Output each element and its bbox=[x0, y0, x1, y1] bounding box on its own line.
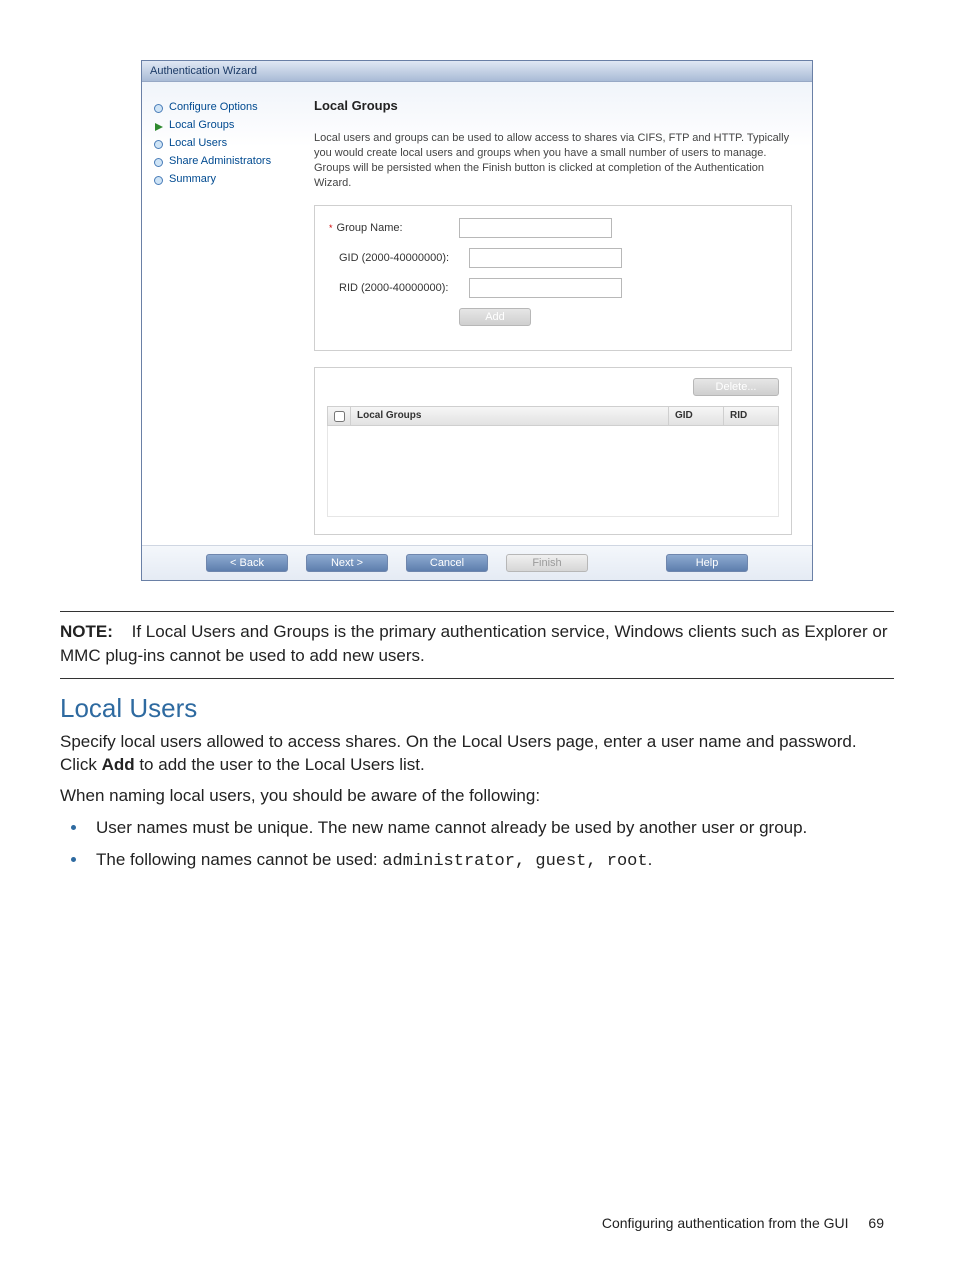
wizard-window: Authentication Wizard Configure Options … bbox=[141, 60, 813, 581]
sidebar-item-share-administrators[interactable]: Share Administrators bbox=[154, 154, 304, 168]
header-checkbox-cell bbox=[328, 407, 351, 425]
add-button[interactable]: Add bbox=[459, 308, 531, 326]
page-footer: Configuring authentication from the GUI … bbox=[60, 1215, 894, 1231]
page-number: 69 bbox=[868, 1215, 884, 1231]
col-gid: GID bbox=[669, 407, 724, 425]
gid-label: GID (2000-40000000): bbox=[339, 252, 449, 264]
rid-label: RID (2000-40000000): bbox=[339, 282, 448, 294]
wizard-title-text: Authentication Wizard bbox=[150, 65, 257, 77]
help-button[interactable]: Help bbox=[666, 554, 748, 572]
sidebar-item-summary[interactable]: Summary bbox=[154, 172, 304, 186]
bullet-list: User names must be unique. The new name … bbox=[88, 815, 894, 875]
sidebar-item-label: Configure Options bbox=[169, 100, 258, 114]
form-box: * Group Name: GID (2000-40000000): R bbox=[314, 205, 792, 351]
table-header: Local Groups GID RID bbox=[327, 406, 779, 426]
group-name-input[interactable] bbox=[459, 218, 612, 238]
cancel-button[interactable]: Cancel bbox=[406, 554, 488, 572]
finish-button: Finish bbox=[506, 554, 588, 572]
wizard-main: Local Groups Local users and groups can … bbox=[308, 82, 812, 545]
sidebar-item-label: Local Groups bbox=[169, 118, 234, 132]
back-button[interactable]: < Back bbox=[206, 554, 288, 572]
sidebar-item-label: Share Administrators bbox=[169, 154, 271, 168]
bullet-icon bbox=[154, 175, 163, 184]
note-block: NOTE: If Local Users and Groups is the p… bbox=[60, 612, 894, 678]
table-body bbox=[327, 426, 779, 517]
list-item: User names must be unique. The new name … bbox=[88, 815, 894, 841]
main-description: Local users and groups can be used to al… bbox=[314, 131, 792, 191]
col-rid: RID bbox=[724, 407, 778, 425]
wizard-title-bar: Authentication Wizard bbox=[142, 61, 812, 82]
delete-button[interactable]: Delete... bbox=[693, 378, 779, 396]
sidebar-item-configure-options[interactable]: Configure Options bbox=[154, 100, 304, 114]
divider bbox=[60, 678, 894, 679]
sidebar-item-local-users[interactable]: Local Users bbox=[154, 136, 304, 150]
col-local-groups: Local Groups bbox=[351, 407, 669, 425]
wizard-footer: < Back Next > Cancel Finish Help bbox=[142, 545, 812, 580]
select-all-checkbox[interactable] bbox=[334, 411, 345, 422]
bullet-icon bbox=[154, 139, 163, 148]
sidebar-item-local-groups[interactable]: Local Groups bbox=[154, 118, 304, 132]
rid-input[interactable] bbox=[469, 278, 622, 298]
note-label: NOTE: bbox=[60, 622, 113, 641]
sidebar-item-label: Summary bbox=[169, 172, 216, 186]
paragraph: When naming local users, you should be a… bbox=[60, 784, 894, 807]
note-text: If Local Users and Groups is the primary… bbox=[60, 622, 888, 665]
sidebar-item-label: Local Users bbox=[169, 136, 227, 150]
paragraph: Specify local users allowed to access sh… bbox=[60, 730, 894, 776]
required-icon: * bbox=[329, 223, 333, 233]
arrow-icon bbox=[154, 121, 163, 130]
main-heading: Local Groups bbox=[314, 98, 792, 113]
section-heading-local-users: Local Users bbox=[60, 693, 894, 724]
wizard-sidebar: Configure Options Local Groups Local Use… bbox=[142, 82, 308, 545]
bullet-icon bbox=[154, 103, 163, 112]
bullet-icon bbox=[154, 157, 163, 166]
groups-table-box: Delete... Local Groups GID RID bbox=[314, 367, 792, 535]
gid-input[interactable] bbox=[469, 248, 622, 268]
list-item: The following names cannot be used: admi… bbox=[88, 847, 894, 875]
next-button[interactable]: Next > bbox=[306, 554, 388, 572]
group-name-label: Group Name: bbox=[337, 222, 403, 234]
footer-text: Configuring authentication from the GUI bbox=[602, 1215, 849, 1231]
